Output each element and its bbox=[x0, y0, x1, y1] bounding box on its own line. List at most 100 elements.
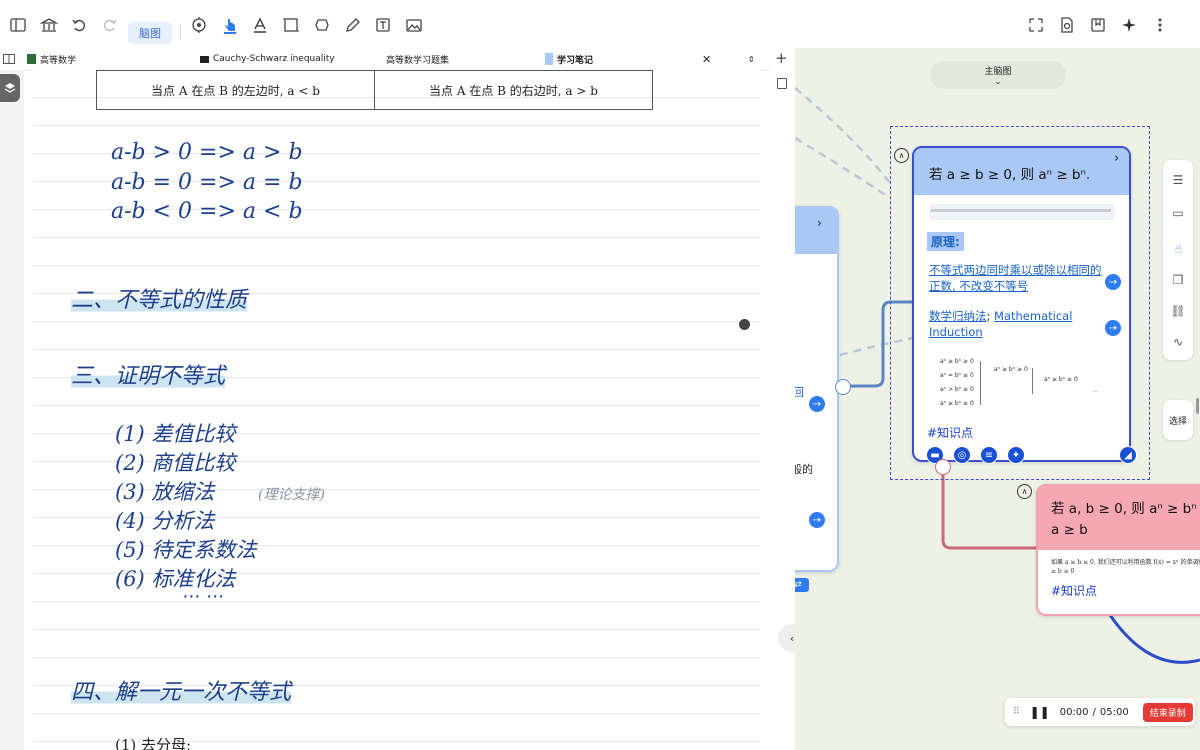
end-recording-button[interactable]: 结束录制 bbox=[1142, 702, 1193, 722]
link-card-icon[interactable]: ◎ bbox=[953, 446, 971, 464]
tab-scroll-icon[interactable]: ⇕ bbox=[748, 48, 755, 70]
frame-select-icon[interactable] bbox=[282, 16, 300, 34]
diagram-text: aⁿ ≥ bⁿ ≥ 0 bbox=[994, 366, 1028, 373]
note-icon bbox=[545, 53, 553, 65]
textbox-icon[interactable] bbox=[374, 16, 392, 34]
copy-icon[interactable]: ❐ bbox=[1170, 272, 1186, 288]
main-mindmap-selector[interactable]: 主脑图 ⌄ bbox=[930, 61, 1066, 89]
notes-document[interactable]: 当点 A 在点 B 的左边时, a < b 当点 A 在点 B 的右边时, a … bbox=[33, 70, 760, 750]
bookmark-icon[interactable] bbox=[1089, 16, 1107, 34]
link-icon[interactable]: ⛓ bbox=[1170, 303, 1186, 319]
document-icon bbox=[200, 55, 209, 63]
tab-exercise-book[interactable]: 高等数学习题集 bbox=[386, 48, 449, 70]
fullscreen-icon[interactable] bbox=[1027, 16, 1045, 34]
layers-icon[interactable] bbox=[0, 74, 20, 102]
layout-icon[interactable]: ▭ bbox=[1170, 205, 1186, 221]
tab-label: Cauchy-Schwarz inequality bbox=[213, 54, 335, 64]
list-icon[interactable]: ☰ bbox=[1170, 172, 1186, 188]
layers-card-icon[interactable]: ≡ bbox=[980, 446, 998, 464]
collapse-node-icon[interactable] bbox=[935, 459, 951, 475]
arrow-right-icon[interactable]: → bbox=[809, 396, 825, 412]
equation-line: a-b > 0 => a > b bbox=[111, 140, 303, 165]
diagram-text: ⋯ bbox=[1092, 388, 1098, 395]
arrow-right-icon[interactable]: → bbox=[1105, 274, 1121, 290]
document-search-icon[interactable] bbox=[1058, 16, 1076, 34]
swap-icon[interactable]: ⇄ bbox=[795, 578, 809, 592]
main-mindmap-label: 主脑图 bbox=[984, 67, 1012, 77]
arrow-right-icon[interactable]: → bbox=[809, 512, 825, 528]
step-text: (1) 去分母; bbox=[115, 736, 192, 750]
card-header bbox=[795, 208, 837, 254]
transform-icon[interactable] bbox=[313, 16, 331, 34]
arrow-right-icon[interactable]: → bbox=[1105, 320, 1121, 336]
separator: ; bbox=[986, 309, 991, 323]
drag-handle-icon[interactable]: ⠿ bbox=[1013, 707, 1020, 717]
collapse-node-icon[interactable] bbox=[835, 379, 851, 395]
tab-label: 高等数学习题集 bbox=[386, 55, 450, 66]
knowledge-card[interactable]: 若 a ≥ b ≥ 0, 则 aⁿ ≥ bⁿ. › 原理: 不等式两边同时乘以或… bbox=[912, 146, 1137, 464]
panel-toggle-icon[interactable] bbox=[777, 78, 787, 89]
card-text: 回 bbox=[795, 386, 804, 399]
tag-label[interactable]: #知识点 bbox=[927, 424, 973, 441]
scrollbar-thumb[interactable] bbox=[1196, 398, 1199, 414]
mindmap-button[interactable]: 脑图 bbox=[128, 22, 172, 44]
redo-icon[interactable] bbox=[101, 16, 119, 34]
more-icon[interactable] bbox=[1151, 16, 1169, 34]
resize-handle-icon[interactable]: ◢ bbox=[1119, 446, 1137, 464]
pen-icon[interactable] bbox=[344, 16, 362, 34]
time-current: 00:00 bbox=[1059, 706, 1089, 718]
table-cell: 当点 A 在点 B 的左边时, a < b bbox=[96, 70, 375, 110]
diagram-text: aⁿ = bⁿ ≥ 0 bbox=[940, 372, 974, 379]
top-toolbar: 脑图 bbox=[0, 0, 1200, 48]
chevron-right-icon[interactable]: › bbox=[1114, 151, 1119, 166]
tab-gaodeng-shuxue[interactable]: 高等数学 bbox=[27, 48, 76, 70]
tag-label[interactable]: #知识点 bbox=[1051, 582, 1097, 599]
curve-icon[interactable]: ∿ bbox=[1170, 334, 1186, 350]
method-item: (4) 分析法 bbox=[115, 509, 215, 533]
tab-cauchy-schwarz[interactable]: Cauchy-Schwarz inequality bbox=[200, 48, 335, 70]
undo-icon[interactable] bbox=[70, 16, 88, 34]
select-button[interactable]: 选择 bbox=[1163, 400, 1193, 440]
split-view-icon[interactable] bbox=[3, 48, 15, 70]
time-separator: / bbox=[1092, 706, 1096, 718]
tab-label: 高等数学 bbox=[40, 55, 77, 66]
knowledge-card-2[interactable]: 若 a, b ≥ 0, 则 aⁿ ≥ bⁿ a ≥ b 如果 a ≥ b ≥ 0… bbox=[1036, 484, 1200, 616]
close-tab-icon[interactable]: ✕ bbox=[702, 53, 711, 66]
principle-label: 原理: bbox=[927, 232, 964, 251]
right-sidebar bbox=[1163, 160, 1193, 360]
sidebar-toggle-icon[interactable] bbox=[9, 16, 27, 34]
sparkle-card-icon[interactable]: ✦ bbox=[1007, 446, 1025, 464]
pause-icon[interactable]: ❚❚ bbox=[1030, 705, 1050, 719]
mindmap-canvas[interactable]: 主脑图 ⌄ › 回 → 般的 → ⇄ ∧ 若 a ≥ b ≥ 0, 则 aⁿ ≥… bbox=[795, 48, 1200, 750]
recording-bar: ⠿ ❚❚ 00:00 / 05:00 结束录制 bbox=[1005, 698, 1195, 726]
pointer-hand-icon[interactable] bbox=[221, 16, 239, 34]
card-body: 如果 a ≥ b ≥ 0, 我们还可以利用函数 f(x) = xⁿ 的单调性 a… bbox=[1051, 559, 1200, 575]
text-style-icon[interactable] bbox=[251, 16, 269, 34]
card-text: 般的 bbox=[795, 463, 813, 476]
tab-bar: 高等数学 Cauchy-Schwarz inequality 高等数学习题集 学… bbox=[0, 48, 770, 71]
tab-study-notes[interactable]: 学习笔记 ✕ bbox=[545, 48, 715, 70]
ai-sparkle-icon[interactable] bbox=[1120, 16, 1138, 34]
diagram-text: aⁿ ≥ bⁿ ≥ 0 bbox=[940, 400, 974, 407]
partial-card[interactable]: › 回 → 般的 → bbox=[795, 206, 839, 572]
position-comparison-table: 当点 A 在点 B 的左边时, a < b 当点 A 在点 B 的右边时, a … bbox=[96, 70, 653, 110]
caret-up-icon[interactable]: ∧ bbox=[894, 148, 909, 163]
table-cell: 当点 A 在点 B 的右边时, a > b bbox=[374, 70, 653, 110]
pointer-hand-icon[interactable]: ☝ bbox=[1170, 241, 1186, 257]
method-item: (5) 待定系数法 bbox=[115, 538, 257, 562]
caret-up-icon[interactable]: ∧ bbox=[1017, 484, 1032, 499]
chevron-right-icon[interactable]: › bbox=[817, 216, 822, 230]
induction-links: 数学归纳法; Mathematical Induction bbox=[929, 308, 1099, 340]
principle-link[interactable]: 不等式两边同时乘以或除以相同的正数, 不改变不等号 bbox=[929, 262, 1107, 294]
chevron-down-icon: ⌄ bbox=[994, 77, 1002, 86]
lasso-icon[interactable] bbox=[190, 16, 208, 34]
equation-line: a-b < 0 => a < b bbox=[111, 199, 303, 224]
cursor-icon bbox=[739, 319, 750, 330]
image-icon[interactable] bbox=[405, 16, 423, 34]
add-tab-icon[interactable]: + bbox=[775, 49, 788, 67]
method-note: (理论支撑) bbox=[258, 487, 325, 503]
induction-link-cn[interactable]: 数学归纳法 bbox=[929, 309, 987, 323]
section-heading: 四、解一元一次不等式 bbox=[71, 674, 292, 706]
library-icon[interactable] bbox=[40, 16, 58, 34]
ellipsis: ⋯ ⋯ bbox=[181, 586, 223, 607]
